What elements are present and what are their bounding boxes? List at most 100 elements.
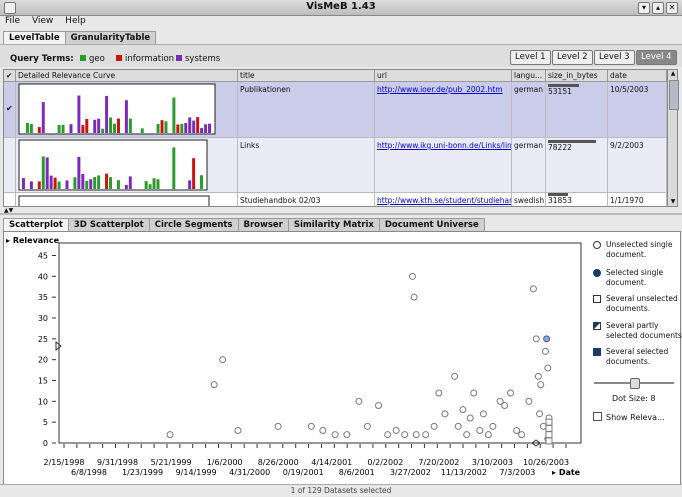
y-tick-label: 15	[38, 377, 48, 386]
x-tick-label: 4/31/2000	[229, 468, 270, 477]
row-size: 53151	[548, 87, 572, 96]
table-row[interactable]: ✔ Publikationen http://www.ioer.de/pub_2…	[4, 82, 667, 138]
y-tick-label: 40	[38, 272, 48, 281]
tab-browser[interactable]: Browser	[237, 218, 289, 231]
x-tick-label: 9/14/1999	[176, 468, 217, 477]
close-button[interactable]: ✕	[666, 2, 678, 14]
relevance-bar	[49, 175, 53, 189]
query-term-systems: systems	[176, 54, 220, 64]
minimize-button[interactable]: ▾	[638, 2, 650, 14]
level-3-button[interactable]: Level 3	[594, 50, 635, 65]
y-tick-label: 20	[38, 356, 48, 365]
splitter[interactable]	[0, 213, 682, 215]
legend-unselected-single: Unselected single document.	[592, 240, 673, 259]
select-all-checkbox[interactable]: ✔	[4, 70, 16, 81]
relevance-bar	[156, 179, 160, 189]
maximize-button[interactable]: ▴	[652, 2, 664, 14]
relevance-bar	[41, 102, 45, 133]
scatterplot[interactable]: ▸ Relevance ▸ Date 0 5 10 15 20 25 30 35 40 45 2/…	[4, 232, 584, 484]
status-bar: 1 of 129 Datasets selected	[0, 484, 682, 497]
data-point	[501, 402, 509, 409]
col-language[interactable]: langu...	[512, 70, 546, 81]
x-tick-label: 3/10/2003	[472, 458, 513, 467]
scroll-up-icon[interactable]: ▲	[669, 70, 677, 78]
relevance-curve-3	[18, 195, 210, 206]
row-title: Publikationen	[238, 82, 375, 137]
window-menu-button[interactable]	[4, 2, 16, 14]
relevance-bar	[61, 124, 65, 133]
x-tick-label: 10/26/2003	[523, 458, 569, 467]
table-scrollbar[interactable]: ▲ ▼	[667, 69, 679, 207]
row-language: german	[512, 82, 546, 137]
show-relevance-option[interactable]: Show Releva...	[593, 412, 665, 422]
relevance-bar	[164, 121, 168, 133]
view-tabs: Scatterplot 3D Scatterplot Circle Segments…	[3, 218, 485, 231]
tab-similarity-matrix[interactable]: Similarity Matrix	[287, 218, 380, 231]
row-url-link[interactable]: http://www.ioer.de/pub_2002.htm	[377, 85, 503, 94]
tab-circle-segments[interactable]: Circle Segments	[148, 218, 239, 231]
query-term-information: information	[116, 54, 174, 64]
relevance-bar	[192, 158, 196, 189]
table-row[interactable]: Studiehandbok 02/03 http://www.kth.se/st…	[4, 193, 667, 206]
table-row[interactable]: Links http://www.ikg.uni-bonn.de/Links/l…	[4, 138, 667, 193]
data-point-group	[545, 424, 553, 432]
col-title[interactable]: title	[238, 70, 375, 81]
data-point-selected	[543, 335, 551, 343]
x-tick-label: 11/13/2002	[441, 468, 487, 477]
row-marker-icon: ✔	[4, 82, 16, 137]
tab-granularitytable[interactable]: GranularityTable	[64, 31, 157, 44]
row-url-link[interactable]: http://www.kth.se/student/studiehand	[377, 196, 511, 205]
scroll-thumb[interactable]	[669, 80, 679, 110]
relevance-bar	[97, 175, 101, 189]
relevance-bar	[148, 184, 152, 189]
scroll-down-icon[interactable]: ▼	[669, 198, 677, 206]
data-point	[363, 422, 371, 430]
relevance-bar	[77, 156, 81, 189]
tab-scatterplot[interactable]: Scatterplot	[3, 218, 69, 231]
data-point	[319, 427, 327, 434]
level-1-button[interactable]: Level 1	[510, 50, 551, 65]
relevance-curve-2	[18, 139, 208, 191]
scatterplot-panel: ▸ Relevance ▸ Date 0 5 10 15 20 25 30 35 40 45 2/…	[3, 231, 682, 487]
y-tick-label: 10	[38, 397, 48, 406]
row-size: 78222	[548, 143, 572, 152]
col-relevance-curve[interactable]: Detailed Relevance Curve	[16, 70, 238, 81]
col-url[interactable]: url	[375, 70, 512, 81]
geo-swatch	[80, 55, 86, 61]
relevance-curve-1	[18, 83, 216, 135]
data-point	[518, 431, 526, 439]
tab-leveltable[interactable]: LevelTable	[3, 31, 66, 44]
data-point-group	[545, 418, 553, 426]
x-tick-label: 9/31/1998	[97, 458, 138, 467]
menu-view[interactable]: View	[32, 16, 53, 26]
data-point	[374, 402, 382, 409]
data-point	[513, 427, 521, 434]
row-url-link[interactable]: http://www.ikg.uni-bonn.de/Links/lin	[377, 141, 511, 150]
relevance-bar	[128, 176, 132, 189]
square-partial-icon	[593, 322, 601, 330]
y-tick-label: 30	[38, 314, 48, 323]
slider-thumb[interactable]	[630, 378, 640, 389]
relevance-bar	[200, 128, 204, 133]
y-tick-label: 25	[38, 335, 48, 344]
relevance-bar	[184, 123, 188, 133]
relevance-bar	[208, 123, 211, 133]
menu-help[interactable]: Help	[65, 16, 86, 26]
menu-file[interactable]: File	[5, 16, 20, 26]
tab-document-universe[interactable]: Document Universe	[378, 218, 485, 231]
relevance-bar	[57, 125, 61, 133]
relevance-bar	[109, 177, 112, 189]
col-size[interactable]: size_in_bytes	[546, 70, 608, 81]
square-empty-icon	[593, 295, 601, 303]
level-4-button[interactable]: Level 4	[636, 50, 677, 65]
data-point	[343, 431, 351, 439]
show-relevance-checkbox[interactable]	[593, 412, 602, 421]
data-point	[384, 431, 392, 439]
tab-3d-scatterplot[interactable]: 3D Scatterplot	[67, 218, 150, 231]
plot-frame	[58, 242, 582, 444]
col-date[interactable]: date	[608, 70, 667, 81]
dot-size-slider[interactable]	[594, 378, 674, 389]
level-2-button[interactable]: Level 2	[552, 50, 593, 65]
table-header: ✔ Detailed Relevance Curve title url lan…	[4, 70, 667, 82]
data-point	[451, 372, 459, 380]
